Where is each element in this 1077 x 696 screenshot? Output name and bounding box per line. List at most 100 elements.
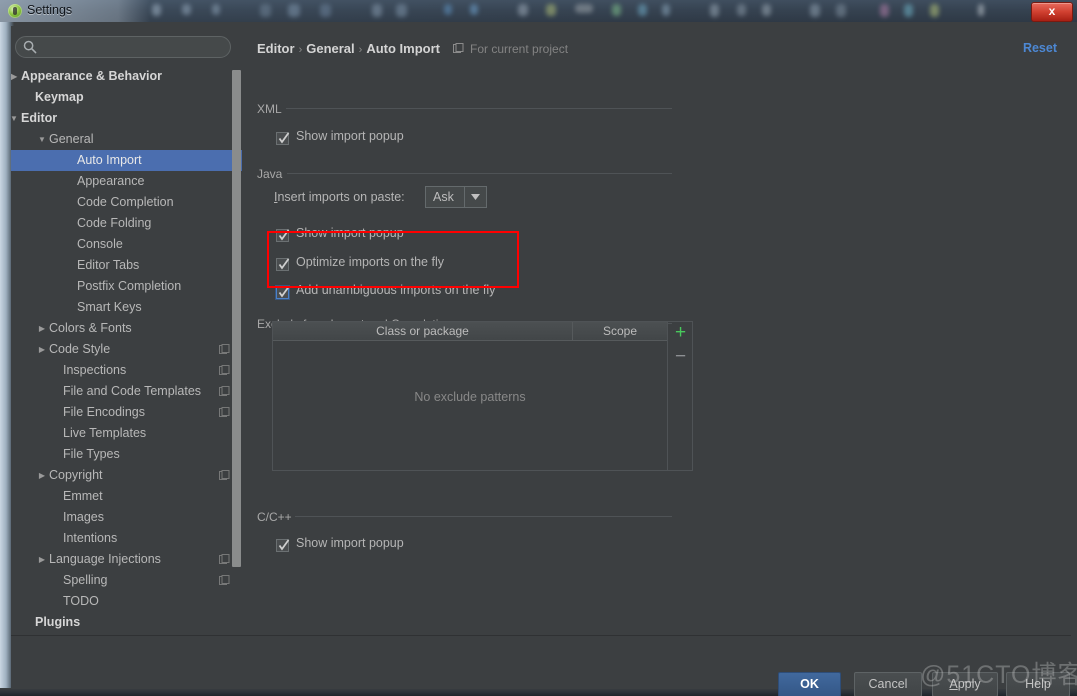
sidebar-item-colors-fonts[interactable]: ▶ Colors & Fonts — [11, 318, 242, 339]
chevron-down-icon[interactable] — [464, 187, 486, 207]
exclude-patterns-table[interactable]: Class or package Scope No exclude patter… — [272, 321, 668, 471]
apply-button[interactable]: Apply — [932, 672, 998, 696]
sidebar-item-label: Code Completion — [77, 195, 174, 209]
sidebar-item-label: Appearance — [77, 174, 145, 188]
insert-imports-dropdown[interactable]: Ask — [425, 186, 487, 208]
check-icon — [278, 258, 290, 270]
sidebar-item-label: Appearance & Behavior — [21, 69, 163, 83]
sidebar-item-code-folding[interactable]: Code Folding — [11, 213, 242, 234]
cancel-button[interactable]: Cancel — [854, 672, 922, 696]
group-title-java: Java — [257, 167, 283, 181]
sidebar-item-label: Images — [63, 510, 104, 524]
column-header-class-or-package[interactable]: Class or package — [273, 322, 573, 340]
title-bar-blurred-icons — [978, 4, 984, 16]
title-bar-blurred-icons — [320, 4, 331, 17]
column-header-scope[interactable]: Scope — [573, 322, 667, 340]
title-bar-blurred-icons — [470, 4, 478, 15]
title-bar-blurred-icons — [288, 4, 300, 17]
close-button[interactable]: x — [1031, 2, 1073, 22]
chevron-right-icon[interactable]: ▶ — [35, 465, 49, 486]
chevron-right-icon[interactable]: ▶ — [11, 66, 21, 87]
title-bar-blurred-icons — [260, 4, 271, 17]
chevron-right-icon[interactable]: ▶ — [35, 339, 49, 360]
sidebar-item-label: Postfix Completion — [77, 279, 182, 293]
breadcrumb-general[interactable]: General — [306, 41, 354, 56]
title-bar-blurred-icons — [212, 4, 220, 15]
sidebar-scrollbar-thumb[interactable] — [232, 70, 241, 567]
sidebar-item-label: Code Style — [49, 342, 111, 356]
sidebar-item-label: Editor — [21, 111, 58, 125]
sidebar-item-label: Console — [77, 237, 123, 251]
title-bar-blurred-icons — [152, 4, 161, 16]
sidebar-item-live-templates[interactable]: Live Templates — [11, 423, 242, 444]
sidebar-item-plugins[interactable]: Plugins — [11, 612, 242, 633]
sidebar-item-label: File and Code Templates — [63, 384, 202, 398]
sidebar-item-label: Inspections — [63, 363, 127, 377]
project-scope-icon — [453, 43, 464, 53]
sidebar-item-auto-import[interactable]: Auto Import — [11, 150, 242, 171]
title-bar-blurred-icons — [518, 4, 528, 16]
breadcrumb-separator: › — [298, 44, 303, 56]
sidebar-item-label: Editor Tabs — [77, 258, 140, 272]
checkbox-box[interactable] — [276, 132, 290, 145]
sidebar-item-language-injections[interactable]: ▶ Language Injections — [11, 549, 242, 570]
title-bar-blurred-icons — [880, 4, 889, 17]
project-scope-icon — [219, 554, 230, 564]
sidebar-item-inspections[interactable]: Inspections — [11, 360, 242, 381]
sidebar-item-editor[interactable]: ▼ Editor — [11, 108, 242, 129]
remove-pattern-button[interactable]: − — [672, 347, 689, 366]
sidebar-item-file-types[interactable]: File Types — [11, 444, 242, 465]
sidebar-item-file-and-code-templates[interactable]: File and Code Templates — [11, 381, 242, 402]
sidebar-item-keymap[interactable]: Keymap — [11, 87, 242, 108]
chevron-down-icon[interactable]: ▼ — [35, 129, 49, 150]
checkbox-box[interactable] — [276, 286, 290, 299]
sidebar-item-label: TODO — [63, 594, 99, 608]
project-scope-icon — [219, 407, 230, 417]
breadcrumb-editor[interactable]: Editor — [257, 41, 295, 56]
sidebar-item-label: General — [49, 132, 94, 146]
sidebar-item-smart-keys[interactable]: Smart Keys — [11, 297, 242, 318]
title-bar: Settings x — [0, 0, 1077, 22]
sidebar-item-code-style[interactable]: ▶ Code Style — [11, 339, 242, 360]
sidebar-item-appearance[interactable]: Appearance — [11, 171, 242, 192]
checkbox-box[interactable] — [276, 258, 290, 271]
sidebar-item-file-encodings[interactable]: File Encodings — [11, 402, 242, 423]
title-bar-blurred-icons — [930, 4, 939, 17]
sidebar-item-intentions[interactable]: Intentions — [11, 528, 242, 549]
reset-link[interactable]: Reset — [1023, 41, 1057, 55]
settings-tree[interactable]: ▶ Appearance & Behavior Keymap ▼ Editor ▼ Gene… — [11, 66, 242, 635]
sidebar-item-console[interactable]: Console — [11, 234, 242, 255]
apply-mnemonic: A — [949, 677, 958, 691]
help-button[interactable]: Help — [1006, 672, 1070, 696]
checkbox-box[interactable] — [276, 539, 290, 552]
sidebar-item-appearance-behavior[interactable]: ▶ Appearance & Behavior — [11, 66, 242, 87]
project-scope-icon — [219, 344, 230, 354]
sidebar-item-images[interactable]: Images — [11, 507, 242, 528]
sidebar-item-emmet[interactable]: Emmet — [11, 486, 242, 507]
sidebar-item-label: File Types — [63, 447, 120, 461]
sidebar-item-code-completion[interactable]: Code Completion — [11, 192, 242, 213]
sidebar-item-general[interactable]: ▼ General — [11, 129, 242, 150]
sidebar-item-editor-tabs[interactable]: Editor Tabs — [11, 255, 242, 276]
title-bar-blurred-icons — [904, 4, 913, 17]
app-icon — [8, 4, 22, 18]
check-icon — [278, 229, 290, 241]
search-input[interactable] — [15, 36, 231, 58]
sidebar-item-todo[interactable]: TODO — [11, 591, 242, 612]
add-pattern-button[interactable]: + — [672, 323, 689, 342]
sidebar-item-label: File Encodings — [63, 405, 145, 419]
ok-button[interactable]: OK — [778, 672, 841, 696]
chevron-right-icon[interactable]: ▶ — [35, 318, 49, 339]
checkbox-box[interactable] — [276, 229, 290, 242]
chevron-down-icon[interactable]: ▼ — [11, 108, 21, 129]
sidebar-item-copyright[interactable]: ▶ Copyright — [11, 465, 242, 486]
table-header-row: Class or package Scope — [273, 322, 667, 341]
sidebar-item-spelling[interactable]: Spelling — [11, 570, 242, 591]
sidebar-item-label: Language Injections — [49, 552, 161, 566]
sidebar-item-postfix-completion[interactable]: Postfix Completion — [11, 276, 242, 297]
title-bar-blurred-icons — [396, 4, 407, 17]
dialog-button-bar: OK Cancel Apply Help — [11, 635, 1071, 696]
title-bar-blurred-icons — [546, 4, 556, 16]
chevron-right-icon[interactable]: ▶ — [35, 549, 49, 570]
apply-label-rest: pply — [957, 677, 981, 691]
